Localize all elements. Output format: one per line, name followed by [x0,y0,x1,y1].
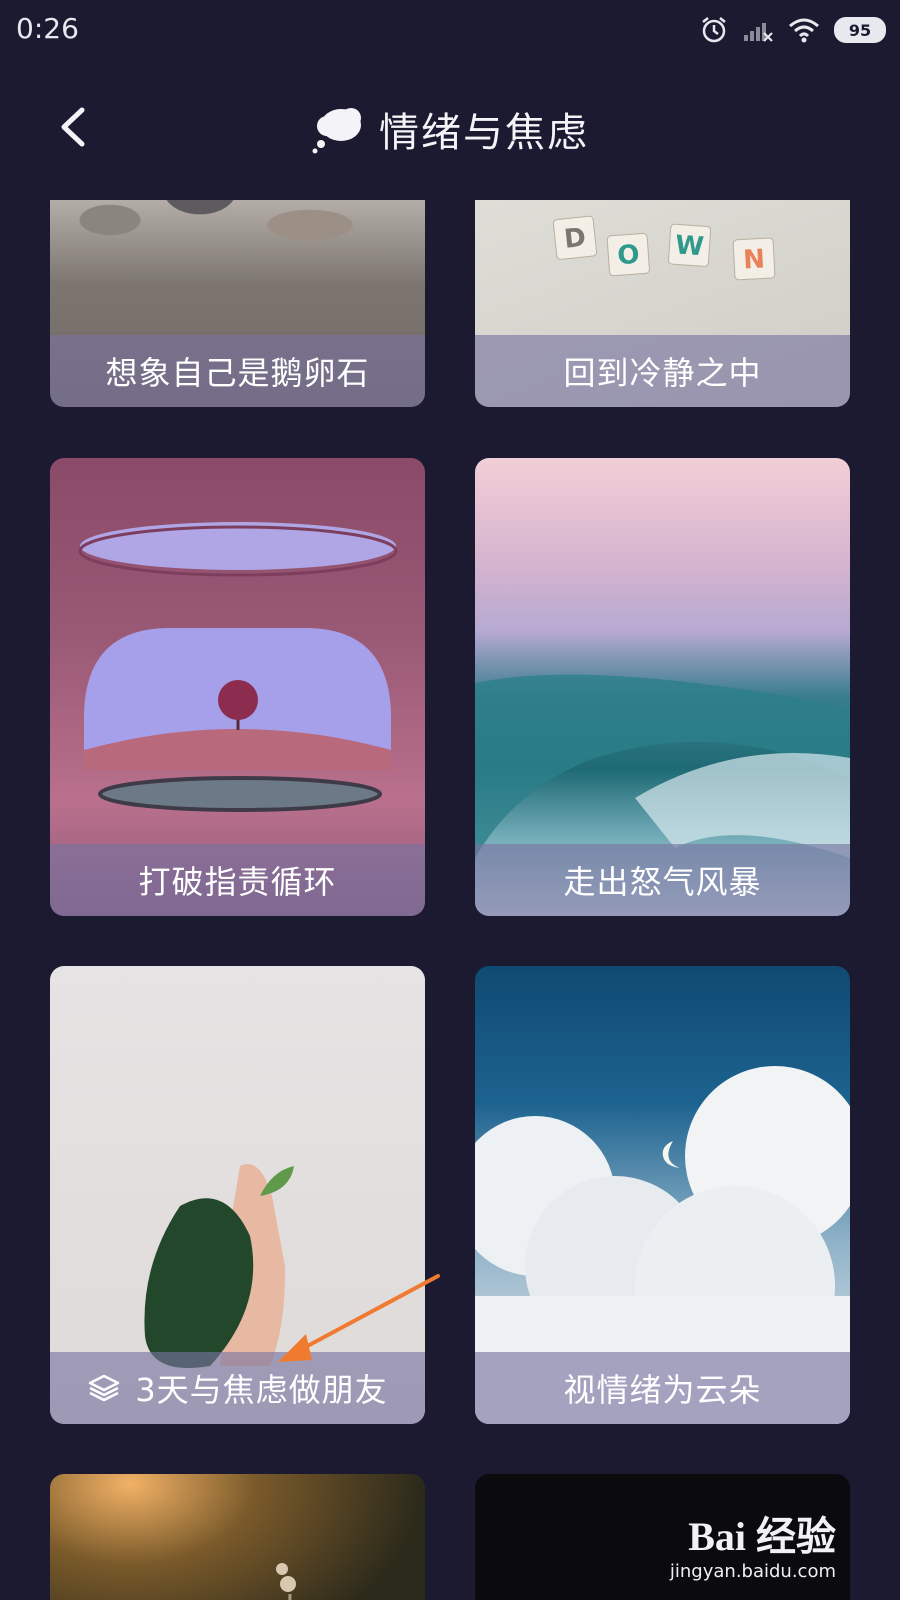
tile-letter-d: D [563,223,588,255]
status-time: 0:26 [16,12,79,45]
meditation-card-grid: 想象自己是鹅卵石 D O W N 回到冷静之中 打破指责循环 走出怒气风暴 3天… [0,200,900,1600]
card-title: 视情绪为云朵 [563,1371,762,1409]
battery-level: 95 [848,20,872,40]
card-image-flower [276,1563,296,1600]
status-icons: 95 [700,14,886,46]
header-title-group: 情绪与焦虑 [0,100,900,158]
card-caption: 走出怒气风暴 [475,844,850,916]
alarm-icon [702,17,726,43]
tile-letter-n: N [742,244,765,275]
tile-letter-o: O [616,240,640,271]
card-caption: 想象自己是鹅卵石 [50,335,425,407]
card-title: 打破指责循环 [138,863,337,901]
card-caption: 3天与焦虑做朋友 [50,1352,425,1424]
card-anger-storm[interactable]: 走出怒气风暴 [475,458,850,916]
status-bar: 0:26 95 [0,0,900,60]
card-emotions-clouds[interactable]: 视情绪为云朵 [475,966,850,1424]
card-caption: 视情绪为云朵 [475,1352,850,1424]
card-blame-cycle[interactable]: 打破指责循环 [50,458,425,916]
thought-bubble-icon [312,108,361,154]
watermark-brand: Bai 经验 [688,1514,836,1559]
page-title: 情绪与焦虑 [379,110,589,156]
battery-indicator: 95 [834,17,886,43]
card-anxiety-course[interactable]: 3天与焦虑做朋友 [50,966,425,1424]
card-partial-left[interactable] [50,1474,425,1600]
card-title: 3天与焦虑做朋友 [135,1371,388,1409]
layers-icon [89,1374,120,1402]
watermark-url: jingyan.baidu.com [669,1561,836,1582]
wifi-icon [789,18,819,43]
signal-icon [744,23,773,42]
card-title: 想象自己是鹅卵石 [105,354,370,392]
card-title: 回到冷静之中 [563,354,762,392]
card-pebble[interactable]: 想象自己是鹅卵石 [50,200,425,407]
card-title: 走出怒气风暴 [563,863,762,901]
tile-letter-w: W [674,230,705,262]
card-caption: 打破指责循环 [50,844,425,916]
header: 情绪与焦虑 [0,60,900,200]
watermark: Bai 经验 jingyan.baidu.com [669,1514,836,1583]
card-calm[interactable]: D O W N 回到冷静之中 [475,200,850,407]
card-caption: 回到冷静之中 [475,335,850,407]
